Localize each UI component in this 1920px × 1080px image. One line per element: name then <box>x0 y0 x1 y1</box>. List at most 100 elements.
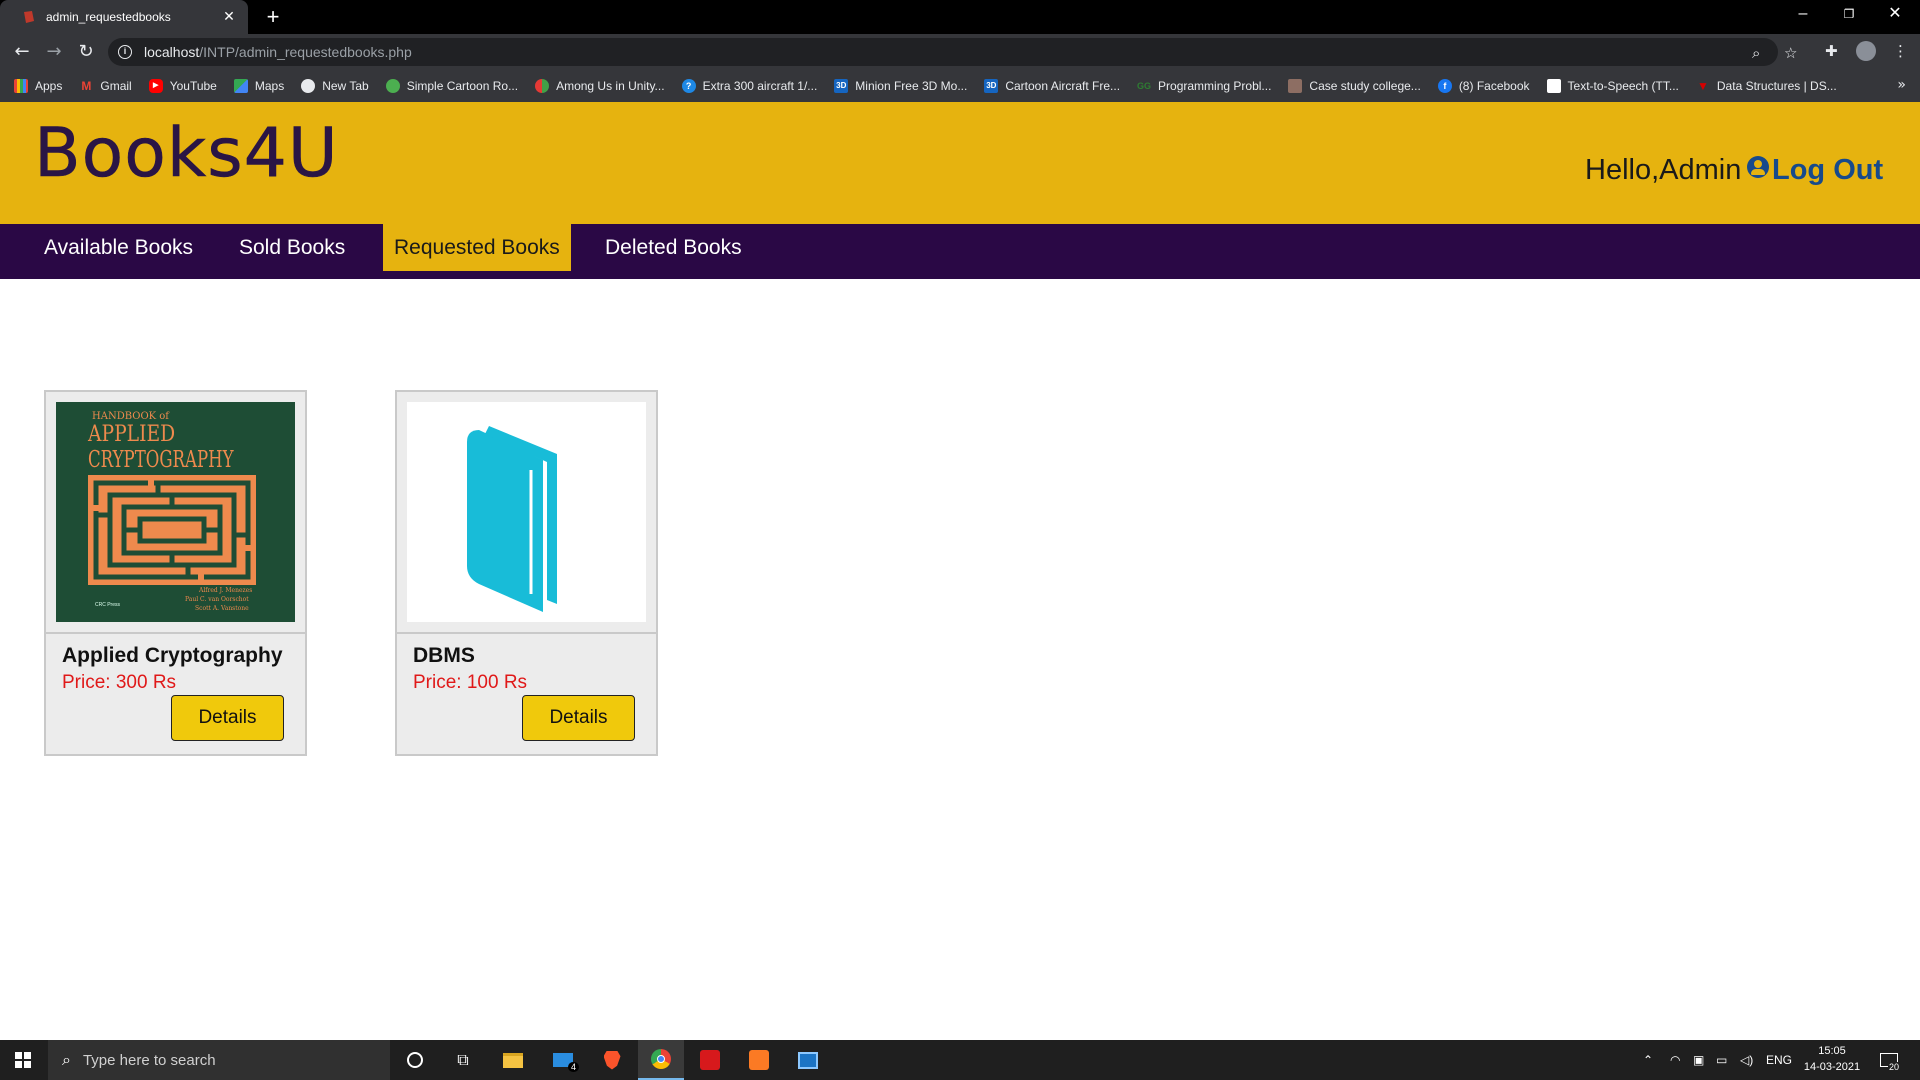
site-icon <box>1546 79 1561 93</box>
bookmark-star-icon[interactable]: ☆ <box>1784 44 1797 62</box>
site-icon <box>385 79 400 93</box>
youtube-icon: ▶ <box>148 79 163 93</box>
site-icon: ▼ <box>1696 79 1709 93</box>
address-bar[interactable]: i localhost /INTP/admin_requestedbooks.p… <box>108 38 1797 66</box>
language-indicator[interactable]: ENG <box>1766 1040 1792 1080</box>
cover-line3: CRYPTOGRAPHY <box>88 447 234 473</box>
more-bookmarks-icon[interactable]: » <box>1897 77 1906 93</box>
bookmark-facebook[interactable]: f (8) Facebook <box>1437 79 1530 93</box>
cover-author-3: Scott A. Vanstone <box>195 605 249 612</box>
mail-badge: 4 <box>568 1062 580 1072</box>
task-view-icon[interactable]: ⧉ <box>440 1040 486 1080</box>
file-explorer-icon[interactable] <box>490 1040 536 1080</box>
url-host: localhost <box>144 44 200 60</box>
nav-requested-books[interactable]: Requested Books <box>383 224 571 271</box>
bookmark-new-tab[interactable]: New Tab <box>301 79 369 93</box>
bookmark-gmail[interactable]: M Gmail <box>79 79 131 93</box>
forward-icon[interactable]: → <box>42 40 66 64</box>
battery-icon[interactable]: ▭ <box>1716 1040 1727 1080</box>
taskbar-search[interactable]: ⌕ Type here to search <box>48 1040 390 1080</box>
volume-icon[interactable]: ◁) <box>1740 1040 1753 1080</box>
bookmark-youtube[interactable]: ▶ YouTube <box>148 79 217 93</box>
close-tab-icon[interactable]: ✕ <box>220 9 238 25</box>
extensions-icon[interactable]: ✚ <box>1825 42 1838 60</box>
book-title: Applied Cryptography <box>62 644 283 667</box>
minimize-icon[interactable]: – <box>1780 0 1826 30</box>
card-divider <box>46 632 305 634</box>
site-icon <box>1288 79 1303 93</box>
cortana-icon[interactable] <box>392 1040 438 1080</box>
search-placeholder: Type here to search <box>82 1051 216 1069</box>
clock-date: 14-03-2021 <box>1803 1061 1861 1073</box>
network-icon[interactable]: ▣ <box>1693 1040 1704 1080</box>
book-card: DBMS Price: 100 Rs Details <box>395 390 658 756</box>
bookmark-minion[interactable]: 3D Minion Free 3D Mo... <box>834 79 967 93</box>
book-cover-applied-cryptography: HANDBOOK of APPLIED CRYPTOGRAPHY Alfred … <box>56 402 295 622</box>
book-price: Price: 100 Rs <box>413 672 528 693</box>
main-nav: Available Books Sold Books Requested Boo… <box>0 224 1920 279</box>
close-window-icon[interactable]: ✕ <box>1872 0 1918 30</box>
maps-icon <box>233 79 248 93</box>
clock[interactable]: 15:05 14-03-2021 <box>1800 1043 1864 1075</box>
menu-icon[interactable]: ⋮ <box>1893 42 1908 60</box>
url-path: /INTP/admin_requestedbooks.php <box>199 44 412 60</box>
tray-expand-icon[interactable]: ⌃ <box>1643 1040 1653 1080</box>
notification-count: 20 <box>1888 1062 1901 1072</box>
nav-available-books[interactable]: Available Books <box>33 224 204 271</box>
reload-icon[interactable]: ↻ <box>74 40 98 64</box>
cover-line1: HANDBOOK of <box>92 411 170 422</box>
bookmark-tts[interactable]: Text-to-Speech (TT... <box>1546 79 1679 93</box>
details-button[interactable]: Details <box>171 695 284 741</box>
browser-toolbar: ← → ↻ i localhost /INTP/admin_requestedb… <box>0 34 1920 70</box>
book-price: Price: 300 Rs <box>62 672 177 693</box>
bookmark-case-study[interactable]: Case study college... <box>1288 79 1421 93</box>
acrobat-icon[interactable] <box>687 1040 733 1080</box>
bookmark-cartoon-aircraft[interactable]: 3D Cartoon Aircraft Fre... <box>984 79 1120 93</box>
nav-deleted-books[interactable]: Deleted Books <box>594 224 753 271</box>
back-icon[interactable]: ← <box>10 40 34 64</box>
brave-browser-icon[interactable] <box>589 1040 635 1080</box>
wifi-icon[interactable]: ◠ <box>1670 1040 1680 1080</box>
start-button[interactable] <box>0 1040 46 1080</box>
cover-author-1: Alfred J. Menezes <box>199 587 253 594</box>
bookmark-maps[interactable]: Maps <box>233 79 284 93</box>
mail-icon[interactable]: 4 <box>540 1040 586 1080</box>
bookmark-extra-300[interactable]: ? Extra 300 aircraft 1/... <box>681 79 817 93</box>
cover-line2: APPLIED <box>88 422 176 447</box>
3d-icon: 3D <box>834 79 849 93</box>
profile-avatar[interactable] <box>1856 41 1876 61</box>
nav-sold-books[interactable]: Sold Books <box>228 224 356 271</box>
restore-icon[interactable]: ❐ <box>1826 0 1872 30</box>
bookmark-among-us[interactable]: Among Us in Unity... <box>535 79 665 93</box>
xampp-icon[interactable] <box>736 1040 782 1080</box>
site-logo[interactable]: Books4U <box>34 114 339 194</box>
tab-strip: admin_requestedbooks ✕ + – ❐ ✕ <box>0 0 1920 34</box>
search-icon: ⌕ <box>62 1050 71 1069</box>
globe-icon <box>301 79 316 93</box>
new-tab-button[interactable]: + <box>260 4 286 30</box>
notifications-button[interactable]: 20 <box>1880 1040 1901 1080</box>
book-card: HANDBOOK of APPLIED CRYPTOGRAPHY Alfred … <box>44 390 307 756</box>
maze-pattern <box>88 475 256 585</box>
browser-tab[interactable]: admin_requestedbooks ✕ <box>0 0 248 34</box>
bookmark-simple-cartoon[interactable]: Simple Cartoon Ro... <box>385 79 518 93</box>
bookmarks-bar: Apps M Gmail ▶ YouTube Maps New Tab Simple… <box>0 70 1920 102</box>
book-title: DBMS <box>413 644 475 667</box>
taskbar: ⌕ Type here to search ⧉ 4 ⌃ ◠ ▣ ▭ ◁) ENG… <box>0 1040 1920 1080</box>
greeting: Hello,Admin <box>1585 154 1742 186</box>
details-button[interactable]: Details <box>522 695 635 741</box>
facebook-icon: f <box>1437 79 1452 93</box>
bookmark-programming[interactable]: GG Programming Probl... <box>1137 79 1271 93</box>
logout-link[interactable]: Log Out <box>1747 154 1883 187</box>
bookmark-apps[interactable]: Apps <box>14 79 62 93</box>
zoom-icon[interactable]: ⌕ <box>1752 44 1760 62</box>
chrome-icon[interactable] <box>638 1040 684 1080</box>
logout-label: Log Out <box>1772 154 1884 186</box>
apps-grid-icon <box>14 79 28 93</box>
photos-icon[interactable] <box>785 1040 831 1080</box>
site-info-icon[interactable]: i <box>118 45 132 59</box>
bookmark-data-structures[interactable]: ▼ Data Structures | DS... <box>1696 79 1837 93</box>
site-icon: ? <box>681 79 696 93</box>
book-placeholder-image <box>407 402 646 622</box>
3d-icon: 3D <box>984 79 999 93</box>
